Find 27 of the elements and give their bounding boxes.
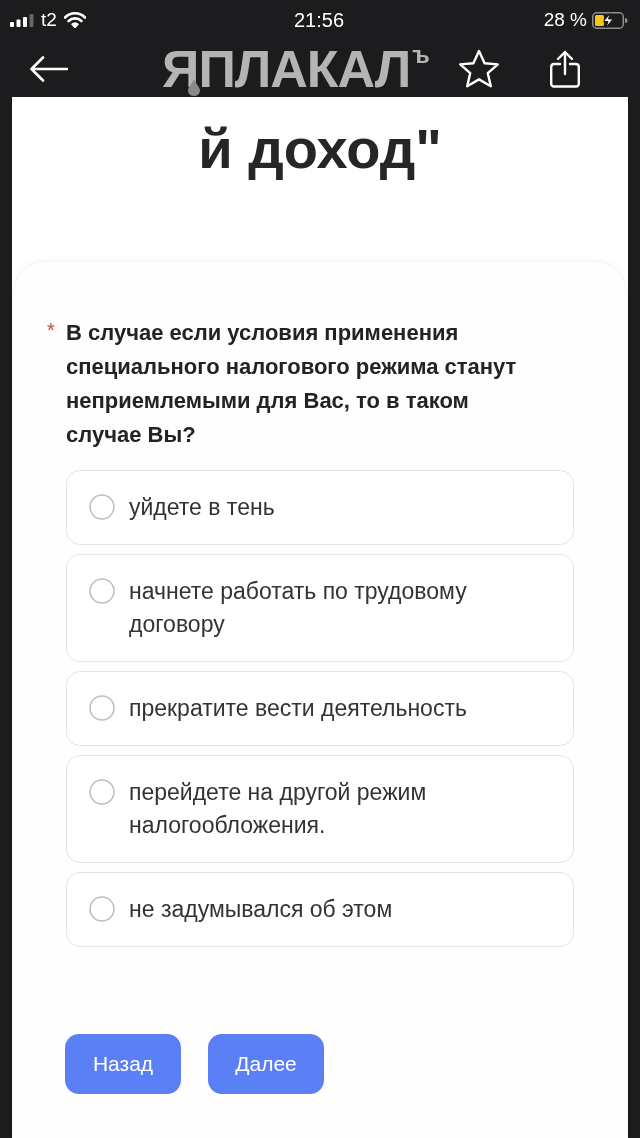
wifi-icon <box>63 12 86 28</box>
required-mark: * <box>47 318 56 343</box>
next-step-button[interactable]: Далее <box>208 1034 324 1094</box>
answer-option[interactable]: не задумывался об этом <box>66 872 574 947</box>
answer-option[interactable]: начнете работать по трудовому договору <box>66 554 574 662</box>
signal-icon <box>10 13 34 27</box>
radio-button[interactable] <box>89 896 115 922</box>
battery-percent: 28 % <box>543 9 587 31</box>
radio-button[interactable] <box>89 779 115 805</box>
answer-option[interactable]: прекратите вести деятельность <box>66 671 574 746</box>
form-title: й доход" <box>197 117 443 181</box>
question-text: В случае если условия применения специального налогового режима станут неприемлемыми для Вас, то в таком случае Вы? <box>66 319 518 449</box>
battery-charging-icon <box>592 11 628 29</box>
share-button[interactable] <box>549 49 580 88</box>
star-icon <box>457 48 500 89</box>
back-button[interactable] <box>30 55 68 82</box>
carrier-name: t2 <box>41 9 57 31</box>
radio-button[interactable] <box>89 578 115 604</box>
share-icon <box>549 49 580 88</box>
radio-button[interactable] <box>89 494 115 520</box>
favorite-button[interactable] <box>457 48 500 89</box>
answer-option[interactable]: уйдете в тень <box>66 470 574 545</box>
back-step-button[interactable]: Назад <box>65 1034 181 1094</box>
back-arrow-icon <box>30 55 68 82</box>
radio-button[interactable] <box>89 695 115 721</box>
clock-time: 21:56 <box>293 9 345 31</box>
answer-option[interactable]: перейдете на другой режим налогообложения. <box>66 755 574 863</box>
